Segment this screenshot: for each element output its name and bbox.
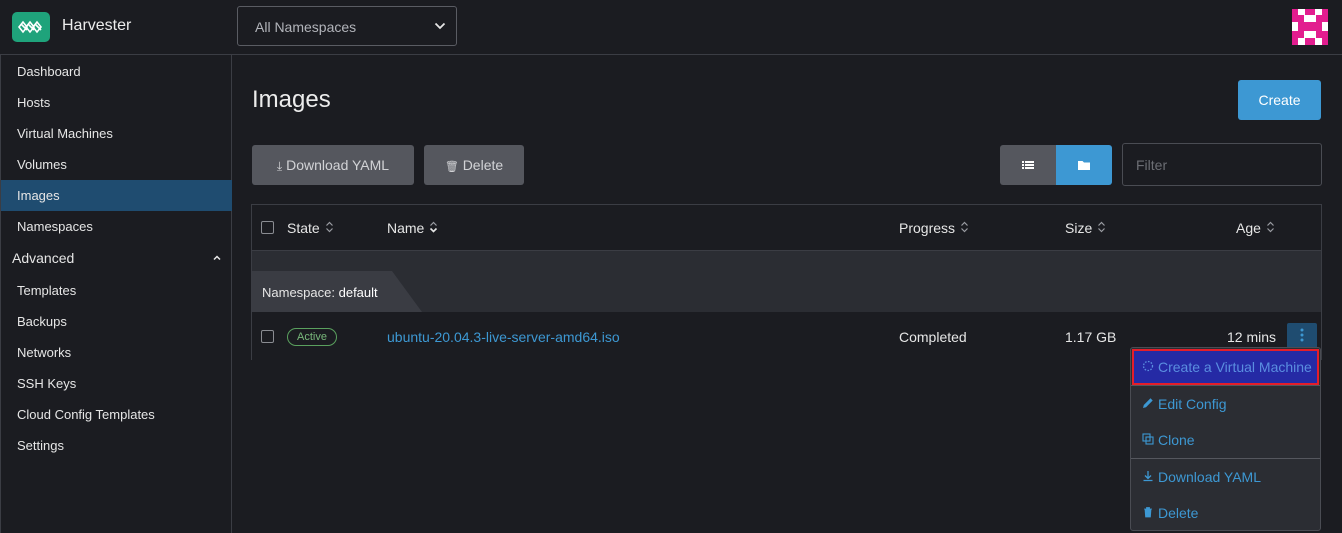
sidebar-item-settings[interactable]: Settings <box>1 430 232 461</box>
view-toggle <box>1000 145 1112 185</box>
sidebar-item-templates[interactable]: Templates <box>1 275 232 306</box>
menu-item-delete[interactable]: Delete <box>1132 495 1319 531</box>
sidebar-item-networks[interactable]: Networks <box>1 337 232 368</box>
column-header-name[interactable]: Name <box>387 220 438 236</box>
chevron-up-icon <box>212 243 222 274</box>
select-all-checkbox[interactable] <box>261 221 274 234</box>
status-badge: Active <box>287 328 337 346</box>
kebab-menu-icon <box>1300 328 1304 345</box>
menu-item-label: Create a Virtual Machine <box>1158 359 1312 375</box>
sort-icon <box>1097 220 1106 236</box>
sidebar-item-volumes[interactable]: Volumes <box>1 149 232 180</box>
column-header-state[interactable]: State <box>287 220 334 236</box>
column-header-progress-label: Progress <box>899 220 956 236</box>
column-header-progress[interactable]: Progress <box>899 220 969 236</box>
download-yaml-label: Download YAML <box>286 157 390 173</box>
column-header-age-label: Age <box>1236 220 1261 236</box>
group-row: Namespace: default <box>252 251 1321 312</box>
copy-icon <box>1142 432 1154 448</box>
age-cell: 12 mins <box>1227 329 1277 345</box>
menu-item-label: Download YAML <box>1158 469 1261 485</box>
sidebar-item-cloud-config-templates[interactable]: Cloud Config Templates <box>1 399 232 430</box>
menu-item-clone[interactable]: Clone <box>1132 422 1319 458</box>
chevron-down-icon <box>434 19 446 35</box>
sort-icon <box>325 220 334 236</box>
sidebar-item-virtual-machines[interactable]: Virtual Machines <box>1 118 232 149</box>
trash-icon: 🗑 <box>444 161 459 173</box>
delete-button[interactable]: 🗑 Delete <box>424 145 524 185</box>
sort-icon <box>1266 220 1275 236</box>
create-button[interactable]: Create <box>1238 80 1321 120</box>
sidebar-item-dashboard[interactable]: Dashboard <box>1 56 232 87</box>
filter-input-wrapper <box>1122 143 1322 186</box>
menu-item-create-virtual-machine[interactable]: Create a Virtual Machine <box>1132 349 1319 385</box>
sidebar-group-label: Advanced <box>12 250 75 266</box>
table-header: State Name Progress Size Age <box>252 205 1321 251</box>
images-table: State Name Progress Size Age Namespace: … <box>251 204 1322 360</box>
spinner-icon <box>1142 359 1154 375</box>
column-header-name-label: Name <box>387 220 425 236</box>
harvester-logo-icon[interactable] <box>12 12 50 42</box>
sort-down-icon <box>429 220 438 236</box>
row-actions-menu: Create a Virtual Machine Edit Config Clo… <box>1130 347 1321 531</box>
row-checkbox[interactable] <box>261 330 274 343</box>
menu-item-label: Clone <box>1158 432 1195 448</box>
sidebar-item-hosts[interactable]: Hosts <box>1 87 232 118</box>
sidebar: Dashboard Hosts Virtual Machines Volumes… <box>0 55 232 533</box>
menu-item-download-yaml[interactable]: Download YAML <box>1132 459 1319 495</box>
column-header-size[interactable]: Size <box>1065 220 1106 236</box>
sidebar-item-backups[interactable]: Backups <box>1 306 232 337</box>
pencil-icon <box>1142 396 1154 412</box>
sidebar-group-advanced[interactable]: Advanced <box>1 243 232 274</box>
column-header-size-label: Size <box>1065 220 1093 236</box>
menu-item-label: Delete <box>1158 505 1199 521</box>
top-header: Harvester All Namespaces <box>0 0 1342 55</box>
image-name-link[interactable]: ubuntu-20.04.3-live-server-amd64.iso <box>387 329 620 345</box>
menu-item-label: Edit Config <box>1158 396 1227 412</box>
column-header-age[interactable]: Age <box>1236 220 1275 236</box>
download-yaml-button[interactable]: ⤓ Download YAML <box>252 145 414 185</box>
progress-cell: Completed <box>899 329 967 345</box>
list-icon <box>1022 157 1034 173</box>
sort-icon <box>960 220 969 236</box>
sidebar-item-images[interactable]: Images <box>1 180 232 211</box>
sidebar-item-namespaces[interactable]: Namespaces <box>1 211 232 242</box>
menu-item-edit-config[interactable]: Edit Config <box>1132 386 1319 422</box>
download-icon <box>1142 469 1154 485</box>
namespace-select[interactable]: All Namespaces <box>237 6 457 46</box>
row-actions-button[interactable] <box>1287 323 1317 350</box>
page-title: Images <box>252 86 331 113</box>
trash-icon <box>1142 505 1154 521</box>
delete-label: Delete <box>462 157 504 173</box>
group-view-button[interactable] <box>1056 145 1112 185</box>
namespace-group-name: default <box>338 285 378 300</box>
namespace-group-label: Namespace: default <box>262 285 378 300</box>
sidebar-item-ssh-keys[interactable]: SSH Keys <box>1 368 232 399</box>
download-icon: ⤓ <box>276 159 283 173</box>
filter-input[interactable] <box>1123 144 1321 185</box>
folder-icon <box>1078 157 1090 173</box>
namespace-select-value: All Namespaces <box>255 19 357 35</box>
column-header-state-label: State <box>287 220 320 236</box>
avatar[interactable] <box>1292 9 1328 45</box>
app-title: Harvester <box>62 17 132 34</box>
list-view-button[interactable] <box>1000 145 1056 185</box>
namespace-group-prefix: Namespace: <box>262 285 335 300</box>
size-cell: 1.17 GB <box>1065 329 1117 345</box>
